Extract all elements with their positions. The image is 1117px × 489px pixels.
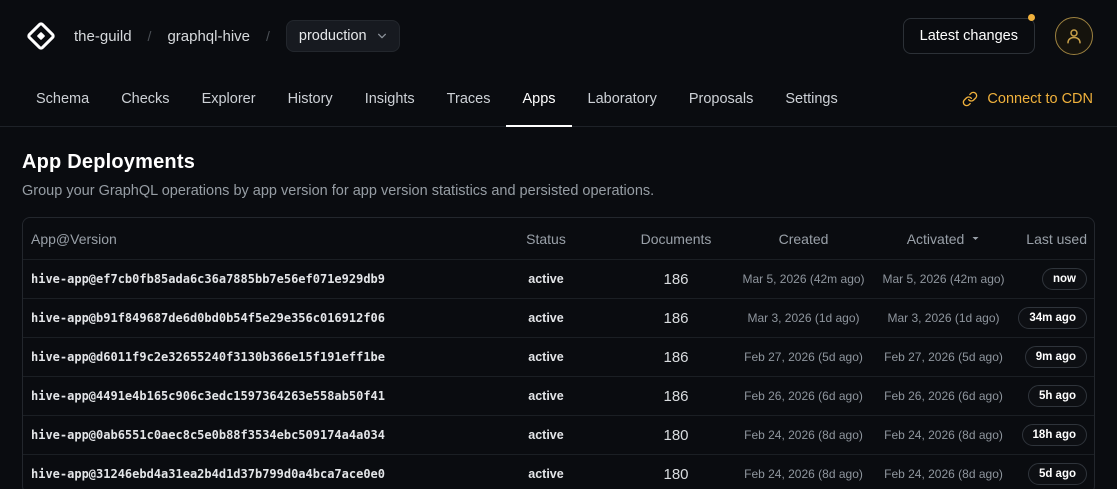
tab-traces[interactable]: Traces xyxy=(431,72,507,127)
col-header-activated[interactable]: Activated xyxy=(876,231,1011,247)
documents-cell: 186 xyxy=(621,388,731,405)
nav-tabs: Schema Checks Explorer History Insights … xyxy=(0,72,1117,127)
breadcrumb: the-guild / graphql-hive / production xyxy=(74,20,400,52)
status-cell: active xyxy=(471,428,621,442)
breadcrumb-separator: / xyxy=(266,28,270,44)
activated-cell: Feb 24, 2026 (8d ago) xyxy=(876,428,1011,442)
documents-cell: 186 xyxy=(621,271,731,288)
table-row[interactable]: hive-app@0ab6551c0aec8c5e0b88f3534ebc509… xyxy=(23,415,1094,454)
latest-changes-label: Latest changes xyxy=(920,28,1018,44)
tab-proposals[interactable]: Proposals xyxy=(673,72,769,127)
sort-descending-icon xyxy=(971,234,980,243)
tab-schema[interactable]: Schema xyxy=(20,72,105,127)
created-cell: Mar 5, 2026 (42m ago) xyxy=(731,272,876,286)
target-selector-label: production xyxy=(299,28,367,44)
documents-cell: 186 xyxy=(621,349,731,366)
connect-to-cdn-link[interactable]: Connect to CDN xyxy=(962,72,1097,126)
activated-cell: Mar 5, 2026 (42m ago) xyxy=(876,272,1011,286)
created-cell: Feb 24, 2026 (8d ago) xyxy=(731,428,876,442)
documents-cell: 180 xyxy=(621,466,731,483)
activated-cell: Feb 24, 2026 (8d ago) xyxy=(876,467,1011,481)
tab-explorer[interactable]: Explorer xyxy=(186,72,272,127)
status-cell: active xyxy=(471,272,621,286)
tab-laboratory[interactable]: Laboratory xyxy=(572,72,673,127)
app-version-cell: hive-app@d6011f9c2e32655240f3130b366e15f… xyxy=(31,350,471,364)
col-header-created[interactable]: Created xyxy=(731,231,876,247)
app-version-cell: hive-app@4491e4b165c906c3edc1597364263e5… xyxy=(31,389,471,403)
activated-cell: Feb 26, 2026 (6d ago) xyxy=(876,389,1011,403)
top-bar: the-guild / graphql-hive / production La… xyxy=(0,0,1117,72)
latest-changes-button[interactable]: Latest changes xyxy=(903,18,1035,54)
last-used-badge: now xyxy=(1042,268,1087,290)
app-version-cell: hive-app@31246ebd4a31ea2b4d1d37b799d0a4b… xyxy=(31,467,471,481)
table-row[interactable]: hive-app@4491e4b165c906c3edc1597364263e5… xyxy=(23,376,1094,415)
last-used-badge: 9m ago xyxy=(1025,346,1087,368)
hive-logo-icon xyxy=(25,20,57,52)
status-cell: active xyxy=(471,350,621,364)
col-header-last-used[interactable]: Last used xyxy=(1011,231,1087,247)
last-used-badge: 5h ago xyxy=(1028,385,1087,407)
last-used-badge: 5d ago xyxy=(1028,463,1087,485)
documents-cell: 180 xyxy=(621,427,731,444)
last-used-cell: now xyxy=(1011,268,1087,290)
col-header-activated-label: Activated xyxy=(907,231,965,247)
status-cell: active xyxy=(471,311,621,325)
breadcrumb-project[interactable]: graphql-hive xyxy=(167,28,250,45)
last-used-cell: 5h ago xyxy=(1011,385,1087,407)
status-cell: active xyxy=(471,467,621,481)
breadcrumb-org[interactable]: the-guild xyxy=(74,28,132,45)
table-header-row: App@Version Status Documents Created Act… xyxy=(23,218,1094,259)
chevron-down-icon xyxy=(377,31,387,41)
table-row[interactable]: hive-app@ef7cb0fb85ada6c36a7885bb7e56ef0… xyxy=(23,259,1094,298)
link-icon xyxy=(962,91,978,107)
last-used-cell: 18h ago xyxy=(1011,424,1087,446)
app-version-cell: hive-app@0ab6551c0aec8c5e0b88f3534ebc509… xyxy=(31,428,471,442)
table-row[interactable]: hive-app@d6011f9c2e32655240f3130b366e15f… xyxy=(23,337,1094,376)
col-header-documents[interactable]: Documents xyxy=(621,231,731,247)
last-used-cell: 34m ago xyxy=(1011,307,1087,329)
page-title: App Deployments xyxy=(22,151,1095,174)
tab-settings[interactable]: Settings xyxy=(769,72,853,127)
created-cell: Feb 26, 2026 (6d ago) xyxy=(731,389,876,403)
notification-dot xyxy=(1028,14,1035,21)
col-header-app-version[interactable]: App@Version xyxy=(31,231,471,247)
activated-cell: Mar 3, 2026 (1d ago) xyxy=(876,311,1011,325)
created-cell: Feb 27, 2026 (5d ago) xyxy=(731,350,876,364)
breadcrumb-separator: / xyxy=(148,28,152,44)
app-version-cell: hive-app@ef7cb0fb85ada6c36a7885bb7e56ef0… xyxy=(31,272,471,286)
user-avatar[interactable] xyxy=(1055,17,1093,55)
activated-cell: Feb 27, 2026 (5d ago) xyxy=(876,350,1011,364)
created-cell: Mar 3, 2026 (1d ago) xyxy=(731,311,876,325)
documents-cell: 186 xyxy=(621,310,731,327)
tab-history[interactable]: History xyxy=(272,72,349,127)
hive-logo[interactable] xyxy=(24,19,58,53)
last-used-badge: 18h ago xyxy=(1022,424,1087,446)
main-content: App Deployments Group your GraphQL opera… xyxy=(0,127,1117,489)
app-version-cell: hive-app@b91f849687de6d0bd0b54f5e29e356c… xyxy=(31,311,471,325)
page-subtitle: Group your GraphQL operations by app ver… xyxy=(22,183,1095,199)
target-selector[interactable]: production xyxy=(286,20,400,52)
tab-insights[interactable]: Insights xyxy=(349,72,431,127)
created-cell: Feb 24, 2026 (8d ago) xyxy=(731,467,876,481)
tab-apps[interactable]: Apps xyxy=(506,72,571,127)
connect-to-cdn-label: Connect to CDN xyxy=(987,91,1093,107)
tab-checks[interactable]: Checks xyxy=(105,72,185,127)
table-row[interactable]: hive-app@b91f849687de6d0bd0b54f5e29e356c… xyxy=(23,298,1094,337)
last-used-cell: 9m ago xyxy=(1011,346,1087,368)
col-header-status[interactable]: Status xyxy=(471,231,621,247)
user-icon xyxy=(1065,27,1083,45)
last-used-cell: 5d ago xyxy=(1011,463,1087,485)
last-used-badge: 34m ago xyxy=(1018,307,1087,329)
app-deployments-table: App@Version Status Documents Created Act… xyxy=(22,217,1095,489)
status-cell: active xyxy=(471,389,621,403)
table-row[interactable]: hive-app@31246ebd4a31ea2b4d1d37b799d0a4b… xyxy=(23,454,1094,489)
